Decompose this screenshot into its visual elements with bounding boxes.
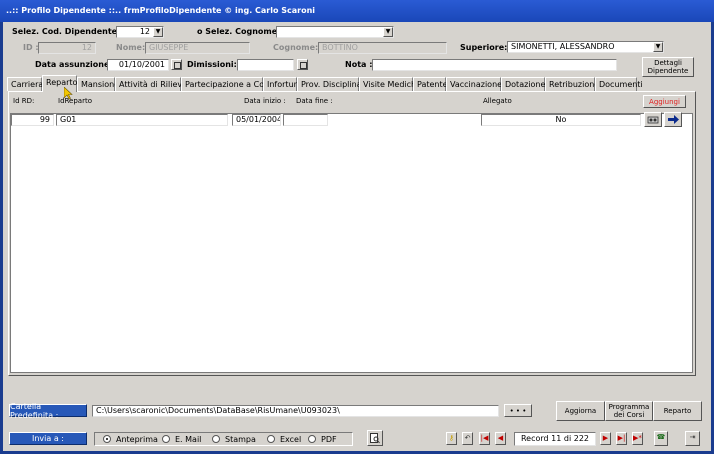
radio-pdf[interactable] <box>308 435 316 443</box>
radio-excel[interactable] <box>267 435 275 443</box>
browse-button[interactable]: • • • <box>504 404 532 417</box>
undo-icon[interactable]: ↶ <box>462 432 473 445</box>
dimissioni-field[interactable] <box>237 59 294 71</box>
superiore-label: Superiore: <box>460 43 508 52</box>
nome-label: Nome: <box>116 43 146 52</box>
row-data-inizio[interactable]: 05/01/2004 <box>232 114 281 126</box>
record-counter: Record 11 di 222 <box>514 432 596 446</box>
reparto-button[interactable]: Reparto <box>653 401 702 421</box>
cod-dipendente-select[interactable]: 12 ▼ <box>116 26 164 38</box>
row-allegato[interactable]: No <box>481 114 641 126</box>
form-body: Selez. Cod. Dipendente: 12 ▼ o Selez. Cog… <box>3 22 711 451</box>
col-id-rd: Id RD: <box>13 97 35 105</box>
preview-icon[interactable] <box>367 430 383 446</box>
records-grid <box>10 113 693 373</box>
col-allegato: Allegato <box>483 97 512 105</box>
aggiungi-button[interactable]: Aggiungi <box>643 95 686 108</box>
nome-field: GIUSEPPE <box>145 42 250 54</box>
tab-mansione[interactable]: Mansione <box>77 77 119 91</box>
cognome-select[interactable]: ▼ <box>276 26 394 38</box>
col-data-fine: Data fine : <box>296 97 333 105</box>
window-title: ..:: Profilo Dipendente ::.. frmProfiloD… <box>6 6 316 15</box>
tab-patente[interactable]: Patente <box>413 77 448 91</box>
first-record-icon[interactable]: |◀ <box>479 432 490 445</box>
superiore-select[interactable]: SIMONETTI, ALESSANDRO ▼ <box>507 41 664 53</box>
programma-corsi-button[interactable]: Programma dei Corsi <box>605 401 653 421</box>
tab-strip: Carriera Reparto Mansione Attività di Ri… <box>7 75 643 92</box>
radio-anteprima[interactable] <box>103 435 111 443</box>
invia-options-group: Anteprima E. Mail Stampa Excel PDF <box>94 432 353 446</box>
arrow-right-icon[interactable] <box>664 112 682 127</box>
option-pdf-label: PDF <box>321 435 337 444</box>
option-anteprima-label: Anteprima <box>116 435 158 444</box>
option-stampa-label: Stampa <box>225 435 256 444</box>
cartella-predefinita-label: Cartella Predefinita : <box>9 402 87 420</box>
tab-attivita-rilievo[interactable]: Attività di Rilievo <box>115 77 187 91</box>
tab-retribuzione[interactable]: Retribuzione <box>545 77 599 91</box>
cognome-select-label: o Selez. Cognome <box>197 27 278 36</box>
nota-label: Nota : <box>345 60 373 69</box>
tab-prov-disciplinari[interactable]: Prov. Disciplinari <box>297 77 367 91</box>
dettagli-dipendente-button[interactable]: Dettagli Dipendente <box>642 57 694 77</box>
chevron-down-icon[interactable]: ▼ <box>153 27 163 37</box>
calendar-icon[interactable] <box>297 59 308 70</box>
tab-carriera[interactable]: Carriera <box>7 77 43 91</box>
invia-label: Invia a : <box>9 432 87 445</box>
exit-icon[interactable]: ⇥ <box>685 431 700 446</box>
row-id-reparto[interactable]: G01 <box>56 114 228 126</box>
key-icon[interactable]: ⚷ <box>446 432 457 445</box>
col-data-inizio: Data inizio : <box>244 97 286 105</box>
phone-icon[interactable]: ☎ <box>654 431 668 446</box>
tab-dotazione[interactable]: Dotazione <box>501 77 545 91</box>
attachment-icon[interactable] <box>644 112 662 127</box>
calendar-icon[interactable] <box>171 59 182 70</box>
assunzione-field[interactable]: 01/10/2001 <box>107 59 169 71</box>
radio-email[interactable] <box>162 435 170 443</box>
dimissioni-label: Dimissioni: <box>187 60 237 69</box>
id-label: ID : <box>23 43 39 52</box>
id-field: 12 <box>38 42 96 54</box>
chevron-down-icon[interactable]: ▼ <box>383 27 393 37</box>
next-record-icon[interactable]: ▶ <box>600 432 611 445</box>
cod-dipendente-label: Selez. Cod. Dipendente: <box>12 27 121 36</box>
cursor-icon <box>64 87 73 100</box>
window-title-bar: ..:: Profilo Dipendente ::.. frmProfiloD… <box>0 0 714 22</box>
new-record-icon[interactable]: ▶* <box>632 432 643 445</box>
option-email-label: E. Mail <box>175 435 202 444</box>
cognome-field: BOTTINO <box>318 42 447 54</box>
cartella-path-field[interactable]: C:\Users\scaronic\Documents\DataBase\Ris… <box>92 405 499 417</box>
tab-infortuni[interactable]: Infortuni <box>263 77 301 91</box>
prev-record-icon[interactable]: ◀ <box>495 432 506 445</box>
radio-stampa[interactable] <box>212 435 220 443</box>
cognome-label: Cognome: <box>273 43 319 52</box>
tab-vaccinazione[interactable]: Vaccinazione <box>446 77 502 91</box>
row-id-rd[interactable]: 99 <box>11 114 54 126</box>
nota-field[interactable] <box>372 59 617 71</box>
last-record-icon[interactable]: ▶| <box>616 432 627 445</box>
row-data-fine[interactable] <box>283 114 328 126</box>
assunzione-label: Data assunzione: <box>35 60 113 69</box>
tab-documenti[interactable]: Documenti <box>595 77 643 91</box>
tab-visite-mediche[interactable]: Visite Mediche <box>359 77 421 91</box>
option-excel-label: Excel <box>280 435 302 444</box>
aggiorna-button[interactable]: Aggiorna <box>556 401 605 421</box>
chevron-down-icon[interactable]: ▼ <box>653 42 663 52</box>
tab-partecipazione-corsi[interactable]: Partecipazione a Corsi <box>181 77 274 91</box>
